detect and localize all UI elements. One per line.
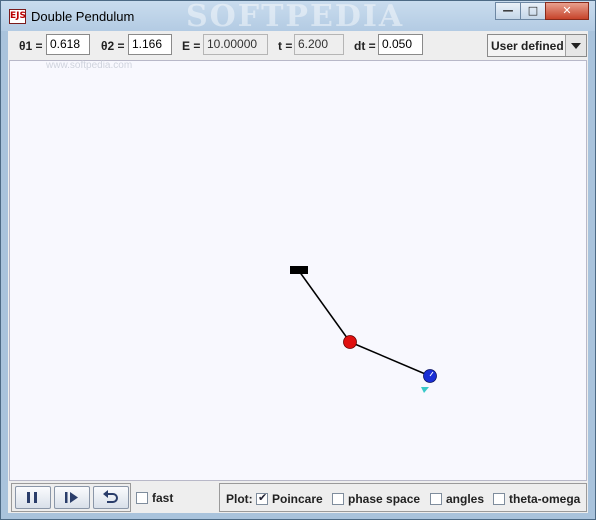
plot-label: Plot: [226, 492, 253, 506]
reset-button[interactable] [93, 486, 129, 509]
app-icon: EJS [9, 9, 26, 24]
theta2-label: θ2 = [101, 39, 125, 53]
dt-field[interactable]: 0.050 [378, 34, 423, 55]
pause-button[interactable] [15, 486, 51, 509]
theta-omega-checkbox[interactable] [493, 493, 505, 505]
poincare-checkbox[interactable] [256, 491, 268, 505]
fast-label: fast [152, 491, 174, 505]
minimize-button[interactable]: — [495, 2, 521, 20]
angles-label: angles [446, 492, 485, 506]
plot-options: Plot: Poincare phase space angles theta-… [219, 483, 587, 512]
velocity-arrow [421, 387, 429, 393]
pivot [290, 266, 308, 274]
control-bar: fast Plot: Poincare phase space angles t… [8, 482, 588, 513]
poincare-label: Poincare [272, 492, 323, 506]
reset-icon [103, 490, 118, 503]
time-field: 6.200 [294, 34, 344, 55]
theta1-field[interactable]: 0.618 [46, 34, 90, 55]
window-title: Double Pendulum [31, 9, 135, 24]
title-bar[interactable]: EJS Double Pendulum SOFTPEDIA — □ ✕ [1, 0, 595, 34]
energy-label: E = [182, 39, 201, 53]
step-forward-icon [65, 492, 78, 503]
simulation-controls [11, 483, 131, 512]
app-window: EJS Double Pendulum SOFTPEDIA — □ ✕ θ1 =… [0, 0, 596, 520]
upper-rod [298, 270, 351, 343]
time-label: t = [278, 39, 293, 53]
phase-space-label: phase space [348, 492, 421, 506]
dt-label: dt = [354, 39, 376, 53]
minimize-icon: — [502, 4, 514, 17]
energy-field: 10.00000 [203, 34, 268, 55]
fast-checkbox[interactable] [136, 492, 148, 504]
pause-icon [27, 492, 37, 503]
maximize-button[interactable]: □ [520, 2, 546, 20]
theta-omega-label: theta-omega [509, 492, 581, 506]
step-button[interactable] [54, 486, 90, 509]
mode-select[interactable]: User defined [487, 34, 587, 57]
theta1-label: θ1 = [19, 39, 43, 53]
chevron-down-icon[interactable] [565, 35, 586, 56]
pendulum-drawing [290, 266, 437, 393]
close-button[interactable]: ✕ [545, 2, 589, 20]
maximize-icon: □ [527, 4, 539, 17]
simulation-canvas[interactable]: www.softpedia.com [9, 60, 587, 481]
lower-rod [349, 341, 431, 377]
phase-space-checkbox[interactable] [332, 493, 344, 505]
client-area: θ1 = 0.618 θ2 = 1.166 E = 10.00000 t = 6… [8, 31, 588, 513]
watermark: SOFTPEDIA [186, 0, 405, 34]
theta2-field[interactable]: 1.166 [128, 34, 172, 55]
upper-bob[interactable] [343, 335, 357, 349]
parameter-toolbar: θ1 = 0.618 θ2 = 1.166 E = 10.00000 t = 6… [8, 31, 588, 59]
window-controls: — □ ✕ [495, 2, 589, 20]
close-icon: ✕ [562, 4, 572, 17]
angles-checkbox[interactable] [430, 493, 442, 505]
mode-select-value: User defined [491, 39, 564, 53]
